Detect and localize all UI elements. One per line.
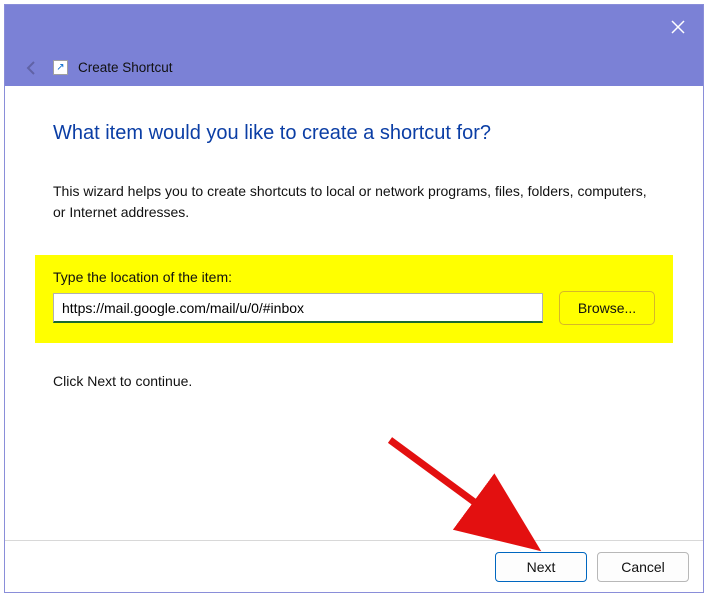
location-highlight-block: Type the location of the item: Browse... — [35, 255, 673, 343]
back-arrow-icon — [23, 59, 41, 77]
location-input-row: Browse... — [53, 291, 655, 325]
wizard-intro-text: This wizard helps you to create shortcut… — [53, 181, 655, 223]
wizard-content: What item would you like to create a sho… — [5, 86, 703, 540]
wizard-heading: What item would you like to create a sho… — [53, 122, 655, 145]
create-shortcut-wizard: Create Shortcut What item would you like… — [4, 4, 704, 593]
close-icon[interactable] — [671, 20, 685, 34]
location-input[interactable] — [53, 293, 543, 323]
titlebar-upper — [5, 5, 703, 49]
next-button[interactable]: Next — [495, 552, 587, 582]
window-title: Create Shortcut — [78, 60, 173, 75]
location-label: Type the location of the item: — [53, 269, 655, 285]
titlebar-main: Create Shortcut — [5, 49, 703, 86]
cancel-button[interactable]: Cancel — [597, 552, 689, 582]
continue-hint: Click Next to continue. — [53, 373, 655, 389]
wizard-footer: Next Cancel — [5, 540, 703, 592]
shortcut-icon — [53, 60, 68, 75]
browse-button[interactable]: Browse... — [559, 291, 655, 325]
